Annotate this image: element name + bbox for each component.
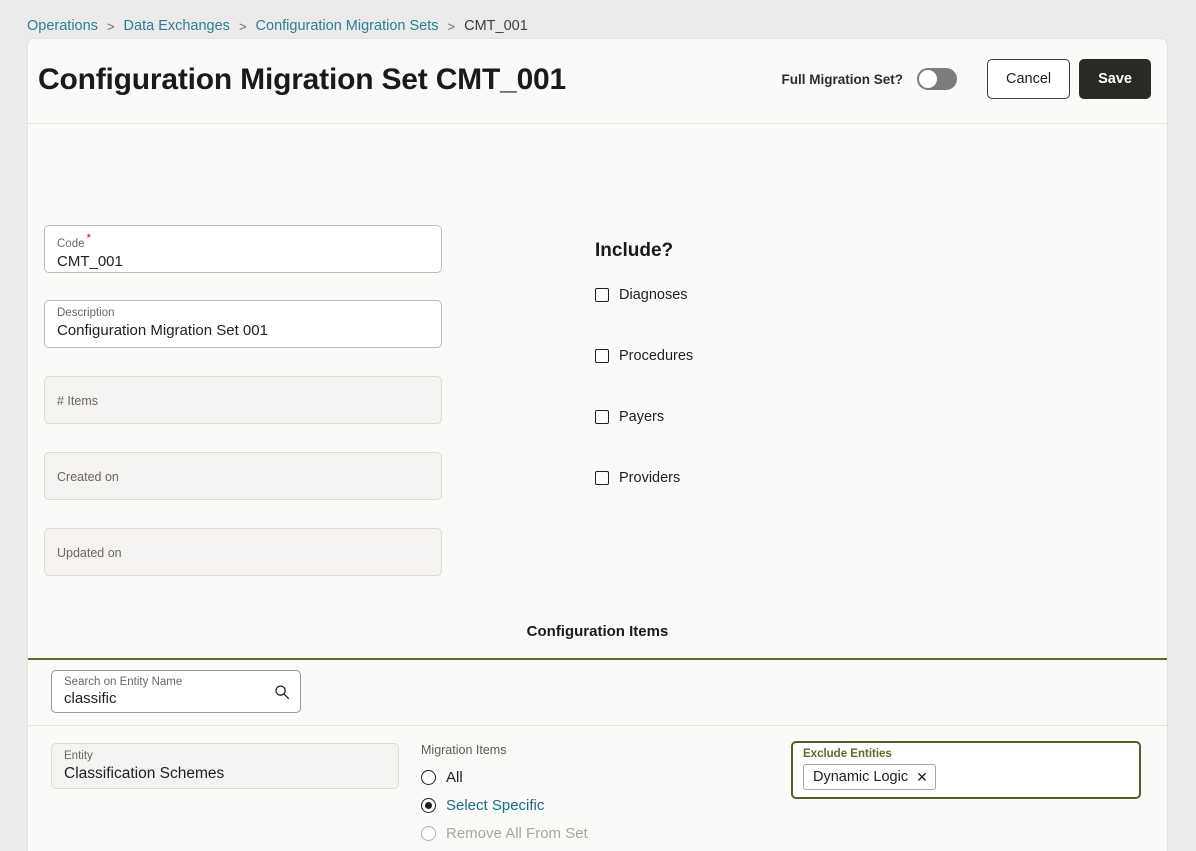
breadcrumb-item-operations[interactable]: Operations (27, 18, 98, 34)
updated-on-field: Updated on (44, 528, 442, 576)
section-rule (28, 658, 1167, 660)
breadcrumb: Operations > Data Exchanges > Configurat… (27, 14, 528, 38)
entity-field: Entity Classification Schemes (51, 743, 399, 789)
breadcrumb-separator: > (238, 18, 247, 34)
checkbox-diagnoses[interactable]: Diagnoses (595, 287, 688, 303)
breadcrumb-separator: > (106, 18, 115, 34)
page-header: Configuration Migration Set CMT_001 Full… (28, 39, 1167, 124)
radio-icon (421, 770, 436, 785)
migration-items-label: Migration Items (421, 743, 507, 757)
checkbox-procedures[interactable]: Procedures (595, 348, 693, 364)
breadcrumb-item-current: CMT_001 (464, 18, 528, 34)
search-divider (28, 725, 1167, 726)
radio-icon-disabled (421, 826, 436, 841)
radio-label: All (446, 769, 463, 786)
checkbox-icon (595, 288, 609, 302)
description-field-label: Description (57, 307, 115, 319)
full-migration-set-toggle[interactable] (916, 68, 957, 90)
code-field-label: Code * (57, 231, 92, 250)
header-divider (28, 123, 1167, 124)
radio-select-specific[interactable]: Select Specific (421, 797, 588, 814)
num-items-field-label: # Items (57, 394, 98, 408)
checkbox-providers[interactable]: Providers (595, 470, 680, 486)
checkbox-icon (595, 349, 609, 363)
page-title: Configuration Migration Set CMT_001 (38, 63, 567, 96)
exclude-entity-chip[interactable]: Dynamic Logic ✕ (803, 764, 936, 790)
checkbox-label: Diagnoses (619, 287, 688, 303)
radio-remove-all-from-set: Remove All From Set (421, 825, 588, 842)
checkbox-icon (595, 471, 609, 485)
save-button[interactable]: Save (1079, 59, 1151, 99)
search-on-entity-name-input[interactable]: Search on Entity Name classific (51, 670, 301, 713)
search-input-label: Search on Entity Name (64, 676, 183, 688)
configuration-items-heading: Configuration Items (526, 623, 669, 640)
page-root: Operations > Data Exchanges > Configurat… (0, 0, 1196, 851)
required-asterisk: * (86, 231, 92, 245)
breadcrumb-item-configuration-migration-sets[interactable]: Configuration Migration Sets (256, 18, 439, 34)
entity-field-label: Entity (64, 750, 93, 762)
migration-items-group: Migration Items All Select Specific Remo… (421, 743, 588, 851)
radio-label: Remove All From Set (446, 825, 588, 842)
exclude-entities-field[interactable]: Exclude Entities Dynamic Logic ✕ (791, 741, 1141, 799)
toggle-knob (918, 70, 937, 88)
cancel-button[interactable]: Cancel (986, 59, 1071, 99)
header-actions: Full Migration Set? Cancel Save (781, 59, 1151, 99)
updated-on-field-label: Updated on (57, 546, 122, 560)
radio-icon-selected (421, 798, 436, 813)
include-heading: Include? (595, 240, 674, 261)
breadcrumb-separator: > (447, 18, 456, 34)
breadcrumb-item-data-exchanges[interactable]: Data Exchanges (124, 18, 230, 34)
close-icon[interactable]: ✕ (916, 770, 928, 784)
search-icon[interactable] (274, 684, 290, 700)
entity-field-value: Classification Schemes (64, 765, 225, 782)
radio-label: Select Specific (446, 797, 545, 814)
code-field-value: CMT_001 (57, 252, 123, 270)
description-field[interactable]: Description Configuration Migration Set … (44, 300, 442, 348)
radio-all[interactable]: All (421, 769, 588, 786)
checkbox-payers[interactable]: Payers (595, 409, 664, 425)
full-migration-set-label: Full Migration Set? (781, 71, 903, 87)
search-input-value: classific (64, 690, 117, 707)
num-items-field: # Items (44, 376, 442, 424)
content-card: Configuration Migration Set CMT_001 Full… (27, 38, 1168, 851)
created-on-field-label: Created on (57, 470, 119, 484)
checkbox-icon (595, 410, 609, 424)
checkbox-label: Payers (619, 409, 665, 425)
exclude-entities-label: Exclude Entities (803, 748, 892, 760)
code-field[interactable]: Code * CMT_001 (44, 225, 442, 273)
created-on-field: Created on (44, 452, 442, 500)
description-field-value: Configuration Migration Set 001 (57, 322, 268, 339)
checkbox-label: Providers (619, 470, 681, 486)
chip-label: Dynamic Logic (813, 769, 909, 785)
checkbox-label: Procedures (619, 348, 694, 364)
